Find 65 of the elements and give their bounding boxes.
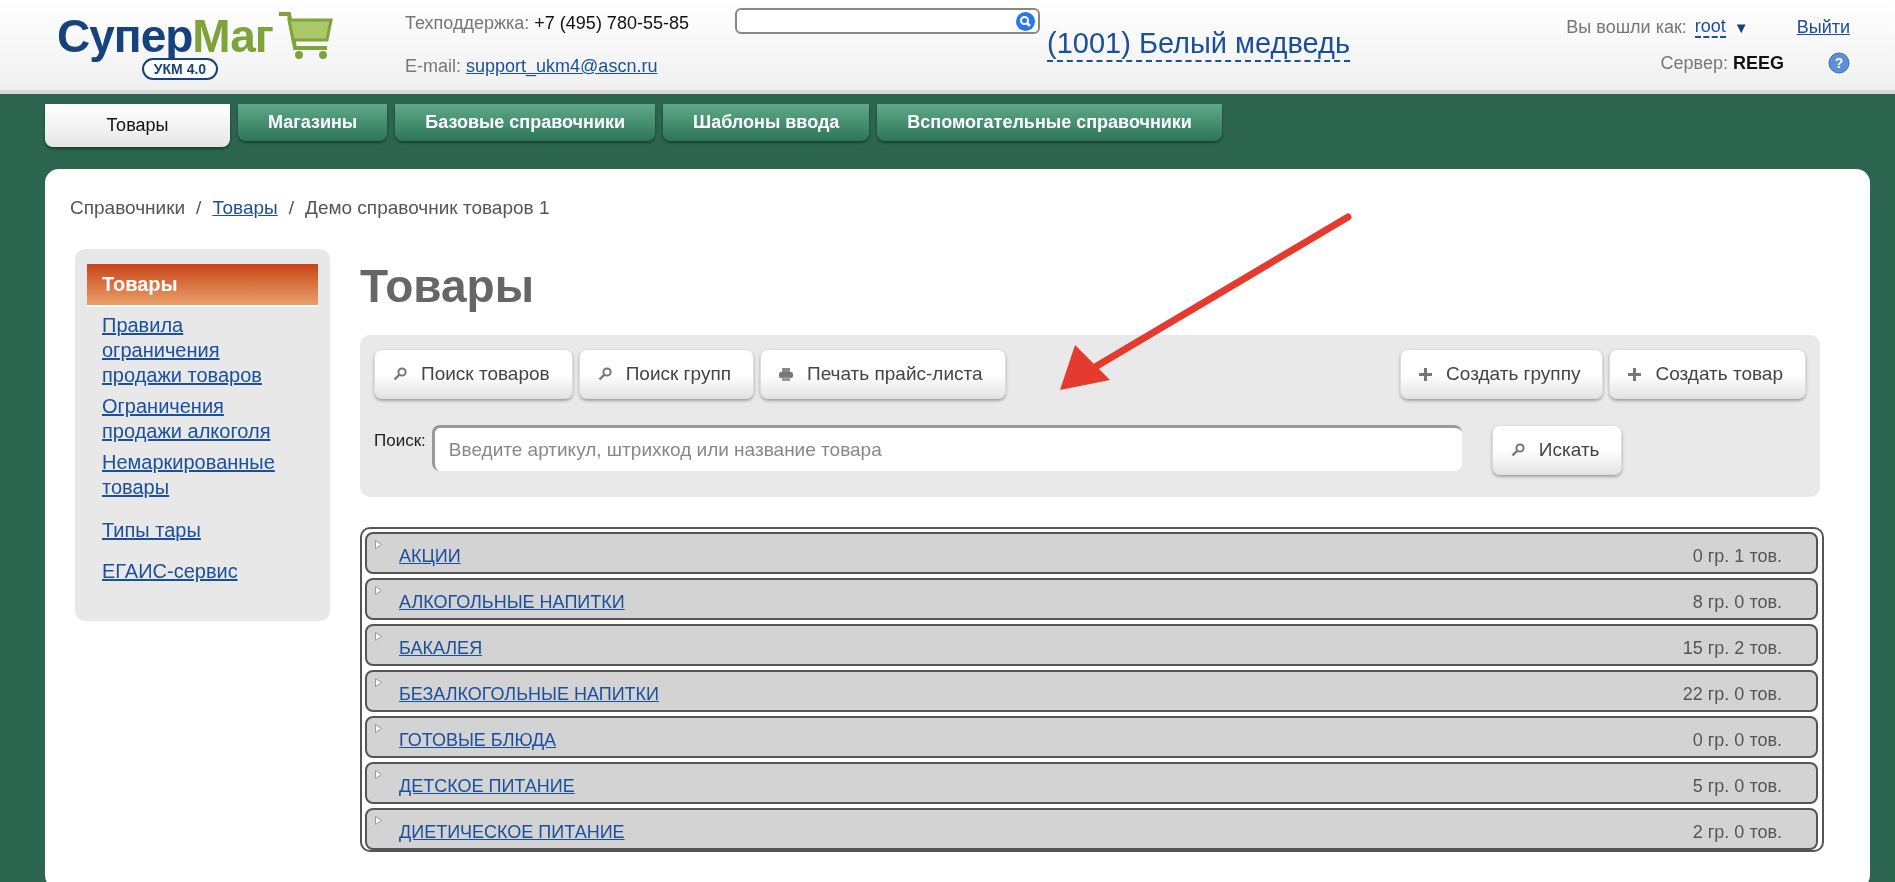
group-link[interactable]: ДИЕТИЧЕСКОЕ ПИТАНИЕ	[399, 821, 625, 843]
user-menu[interactable]: root	[1694, 16, 1726, 38]
plus-icon	[1628, 367, 1642, 381]
plus-icon	[1419, 367, 1433, 381]
search-button[interactable]: Искать	[1491, 425, 1623, 475]
breadcrumb-separator: /	[288, 197, 295, 219]
search-label: Поиск:	[374, 430, 426, 451]
expand-icon[interactable]	[375, 770, 382, 779]
logout-link[interactable]: Выйти	[1796, 16, 1850, 38]
breadcrumb-item: Справочники	[70, 197, 186, 219]
email-line: E-mail: support_ukm4@ascn.ru	[405, 56, 659, 77]
toolbar-button[interactable]: Поиск групп	[578, 349, 754, 399]
nav-tab[interactable]: Вспомогательные справочники	[877, 104, 1222, 141]
create-button[interactable]: Создать группу	[1400, 349, 1604, 399]
expand-icon[interactable]	[375, 724, 382, 733]
email-link[interactable]: support_ukm4@ascn.ru	[466, 56, 658, 76]
breadcrumb-item: Демо справочник товаров 1	[305, 197, 550, 219]
search-icon	[393, 367, 407, 381]
nav-tab[interactable]: Товары	[45, 104, 230, 147]
sidebar-item[interactable]: Ограничения продажи алкоголя	[87, 394, 318, 444]
sidebar-item[interactable]: Типы тары	[87, 518, 318, 543]
toolbar-button[interactable]: Печать прайс-листа	[759, 349, 1006, 399]
group-link[interactable]: АЛКОГОЛЬНЫЕ НАПИТКИ	[399, 591, 625, 613]
group-link[interactable]: ДЕТСКОЕ ПИТАНИЕ	[399, 775, 575, 797]
support-phone: Техподдержка: +7 (495) 780-55-85	[405, 13, 690, 34]
user-label: Вы вошли как:	[1566, 16, 1687, 38]
search-icon	[1510, 443, 1525, 457]
search-icon[interactable]	[1016, 11, 1035, 31]
cart-icon	[276, 10, 333, 62]
sidebar-item[interactable]: Немаркированные товары	[87, 450, 318, 500]
search-icon	[597, 367, 612, 381]
expand-icon[interactable]	[375, 540, 382, 549]
group-count: 0 гр. 0 тов.	[1692, 729, 1782, 751]
server-info: Сервер: REEG	[1660, 52, 1784, 74]
group-link[interactable]: БЕЗАЛКОГОЛЬНЫЕ НАПИТКИ	[399, 683, 659, 705]
header-search-field[interactable]	[735, 8, 1040, 34]
group-link[interactable]: БАКАЛЕЯ	[399, 637, 483, 659]
breadcrumb-link[interactable]: Товары	[212, 197, 278, 219]
toolbar-button[interactable]: Поиск товаров	[374, 349, 573, 399]
expand-icon[interactable]	[375, 586, 382, 595]
page-title: Товары	[360, 259, 535, 313]
sidebar-item[interactable]: Правила ограничения продажи товаров	[87, 313, 318, 388]
nav-tab[interactable]: Шаблоны ввода	[663, 104, 870, 141]
group-count: 5 гр. 0 тов.	[1692, 775, 1782, 797]
group-link[interactable]: ГОТОВЫЕ БЛЮДА	[399, 729, 557, 751]
breadcrumb-separator: /	[196, 197, 202, 219]
caret-icon[interactable]: ▼	[1733, 18, 1749, 36]
group-link[interactable]: АКЦИИ	[399, 545, 461, 567]
expand-icon[interactable]	[375, 816, 382, 825]
nav-tab[interactable]: Магазины	[238, 104, 388, 141]
group-count: 8 гр. 0 тов.	[1692, 591, 1782, 613]
sidebar-item[interactable]: ЕГАИС-сервис	[87, 559, 318, 584]
expand-icon[interactable]	[375, 632, 382, 641]
help-icon[interactable]: ?	[1828, 52, 1850, 74]
printer-icon	[778, 367, 793, 381]
group-count: 22 гр. 0 тов.	[1682, 683, 1782, 705]
group-count: 2 гр. 0 тов.	[1692, 821, 1782, 843]
group-count: 15 гр. 2 тов.	[1682, 637, 1782, 659]
nav-tab[interactable]: Базовые справочники	[395, 104, 656, 141]
create-button[interactable]: Создать товар	[1609, 349, 1806, 399]
store-selector[interactable]: (1001) Белый медведь	[1047, 26, 1351, 62]
version-badge: УКМ 4.0	[141, 58, 219, 80]
group-count: 0 гр. 1 тов.	[1692, 545, 1782, 567]
expand-icon[interactable]	[375, 678, 382, 687]
search-field[interactable]: Введите артикул, штрихкод или название товара	[431, 425, 1462, 471]
